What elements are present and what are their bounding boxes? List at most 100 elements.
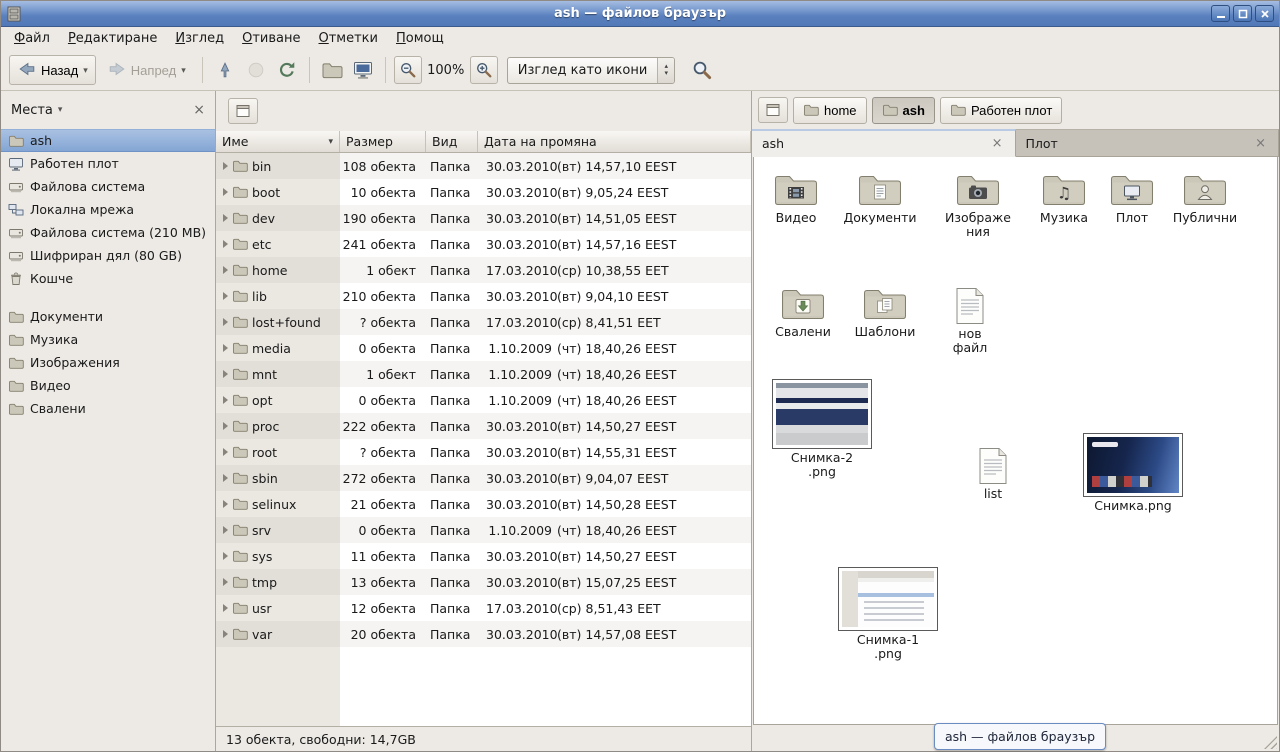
sidebar-close-icon[interactable]: × <box>193 103 205 117</box>
pathbar-toggle-button[interactable] <box>758 97 788 123</box>
sidebar-header[interactable]: Места ▾ × <box>1 91 215 129</box>
sidebar-item-3[interactable]: Локална мрежа <box>1 198 215 221</box>
table-row-srv[interactable]: srv0 обектаПапка1.10.2009(чт) 18,40,26 E… <box>216 517 751 543</box>
sidebar-item-6[interactable]: Кошче <box>1 267 215 290</box>
menu-item-2[interactable]: Изглед <box>166 29 233 48</box>
icon-item-snimka2[interactable]: Снимка-2.png <box>770 379 874 479</box>
path-button-1[interactable]: ash <box>872 97 935 124</box>
sidebar-item-10[interactable]: Видео <box>1 374 215 397</box>
sidebar-item-5[interactable]: Шифриран дял (80 GB) <box>1 244 215 267</box>
zoom-in-button[interactable] <box>470 56 498 84</box>
table-row-boot[interactable]: boot10 обектаПапка30.03.2010(вт) 9,05,24… <box>216 179 751 205</box>
expander-icon[interactable] <box>223 526 228 534</box>
expander-icon[interactable] <box>223 292 228 300</box>
expander-icon[interactable] <box>223 448 228 456</box>
menu-item-4[interactable]: Отметки <box>310 29 388 48</box>
sidebar-item-0[interactable]: ash <box>1 129 215 152</box>
table-row-selinux[interactable]: selinux21 обектаПапка30.03.2010(вт) 14,5… <box>216 491 751 517</box>
icon-item-downloads[interactable]: Свалени <box>768 285 838 339</box>
tab-0[interactable]: ash× <box>752 129 1016 157</box>
table-row-mnt[interactable]: mnt1 обектПапка1.10.2009(чт) 18,40,26 EE… <box>216 361 751 387</box>
close-button[interactable] <box>1255 5 1274 22</box>
icon-item-pictures[interactable]: Изображения <box>938 171 1018 239</box>
expander-icon[interactable] <box>223 344 228 352</box>
sidebar-item-4[interactable]: Файлова система (210 MB) <box>1 221 215 244</box>
expander-icon[interactable] <box>223 188 228 196</box>
table-row-sys[interactable]: sys11 обектаПапка30.03.2010(вт) 14,50,27… <box>216 543 751 569</box>
menu-item-1[interactable]: Редактиране <box>59 29 166 48</box>
sidebar-item-1[interactable]: Работен плот <box>1 152 215 175</box>
icon-item-music[interactable]: ♫Музика <box>1031 171 1097 225</box>
expander-icon[interactable] <box>223 240 228 248</box>
icon-item-desktop[interactable]: Плот <box>1104 171 1160 225</box>
expander-icon[interactable] <box>223 578 228 586</box>
path-button-0[interactable]: home <box>793 97 867 124</box>
column-header-1[interactable]: Размер <box>340 131 426 152</box>
table-row-sbin[interactable]: sbin272 обектаПапка30.03.2010(вт) 9,04,0… <box>216 465 751 491</box>
up-button[interactable] <box>211 56 239 84</box>
icon-item-snimka1[interactable]: Снимка-1.png <box>836 567 940 661</box>
table-row-lib[interactable]: lib210 обектаПапка30.03.2010(вт) 9,04,10… <box>216 283 751 309</box>
icon-item-list[interactable]: list <box>965 447 1021 501</box>
back-button[interactable]: Назад ▾ <box>9 55 96 85</box>
icon-item-newfile[interactable]: нов файл <box>940 287 1000 355</box>
computer-button[interactable] <box>349 56 377 84</box>
icon-item-snimka[interactable]: Снимка.png <box>1081 433 1185 513</box>
table-row-etc[interactable]: etc241 обектаПапка30.03.2010(вт) 14,57,1… <box>216 231 751 257</box>
table-row-root[interactable]: root? обектаПапка30.03.2010(вт) 14,55,31… <box>216 439 751 465</box>
maximize-button[interactable] <box>1233 5 1252 22</box>
column-header-2[interactable]: Вид <box>426 131 478 152</box>
sidebar-item-11[interactable]: Свалени <box>1 397 215 420</box>
sidebar-item-8[interactable]: Музика <box>1 328 215 351</box>
tab-1[interactable]: Плот× <box>1016 129 1280 156</box>
home-button[interactable] <box>318 56 346 84</box>
expander-icon[interactable] <box>223 318 228 326</box>
expander-icon[interactable] <box>223 396 228 404</box>
table-row-bin[interactable]: bin108 обектаПапка30.03.2010(вт) 14,57,1… <box>216 153 751 179</box>
menu-item-5[interactable]: Помощ <box>387 29 453 48</box>
expander-icon[interactable] <box>223 474 228 482</box>
menu-item-3[interactable]: Отиване <box>233 29 309 48</box>
expander-icon[interactable] <box>223 552 228 560</box>
view-mode-select[interactable]: Изглед като икони ▴▾ <box>507 57 676 84</box>
forward-button[interactable]: Напред ▾ <box>99 55 194 85</box>
taskbar-window-button[interactable]: ash — файлов браузър <box>934 723 1106 750</box>
icon-canvas[interactable]: ВидеоДокументи Изображения♫МузикаПлотПубл… <box>753 157 1278 725</box>
icon-item-documents[interactable]: Документи <box>838 171 922 225</box>
table-row-usr[interactable]: usr12 обектаПапка17.03.2010(ср) 8,51,43 … <box>216 595 751 621</box>
table-row-media[interactable]: media0 обектаПапка1.10.2009(чт) 18,40,26… <box>216 335 751 361</box>
minimize-button[interactable] <box>1211 5 1230 22</box>
icon-item-templates[interactable]: Шаблони <box>850 285 920 339</box>
stop-button[interactable] <box>242 56 270 84</box>
table-row-var[interactable]: var20 обектаПапка30.03.2010(вт) 14,57,08… <box>216 621 751 647</box>
sidebar-item-2[interactable]: Файлова система <box>1 175 215 198</box>
table-row-proc[interactable]: proc222 обектаПапка30.03.2010(вт) 14,50,… <box>216 413 751 439</box>
tab-close-icon[interactable]: × <box>1253 137 1268 150</box>
sidebar-item-7[interactable]: Документи <box>1 305 215 328</box>
reload-button[interactable] <box>273 56 301 84</box>
table-row-tmp[interactable]: tmp13 обектаПапка30.03.2010(вт) 15,07,25… <box>216 569 751 595</box>
path-button-2[interactable]: Работен плот <box>940 97 1062 124</box>
table-row-lost+found[interactable]: lost+found? обектаПапка17.03.2010(ср) 8,… <box>216 309 751 335</box>
titlebar[interactable]: ash — файлов браузър <box>1 1 1279 27</box>
tab-close-icon[interactable]: × <box>990 137 1005 150</box>
search-button[interactable] <box>688 56 716 84</box>
menu-item-0[interactable]: Файл <box>5 29 59 48</box>
expander-icon[interactable] <box>223 214 228 222</box>
expander-icon[interactable] <box>223 266 228 274</box>
table-row-home[interactable]: home1 обектПапка17.03.2010(ср) 10,38,55 … <box>216 257 751 283</box>
table-row-opt[interactable]: opt0 обектаПапка1.10.2009(чт) 18,40,26 E… <box>216 387 751 413</box>
table-row-dev[interactable]: dev190 обектаПапка30.03.2010(вт) 14,51,0… <box>216 205 751 231</box>
icon-item-public[interactable]: Публични <box>1168 171 1242 225</box>
expander-icon[interactable] <box>223 370 228 378</box>
sidebar-item-9[interactable]: Изображения <box>1 351 215 374</box>
column-header-0[interactable]: Име▾ <box>216 131 340 152</box>
expander-icon[interactable] <box>223 630 228 638</box>
expander-icon[interactable] <box>223 162 228 170</box>
pane-toggle-button[interactable] <box>228 98 258 124</box>
icon-item-video[interactable]: Видео <box>762 171 830 225</box>
expander-icon[interactable] <box>223 604 228 612</box>
column-header-3[interactable]: Дата на промяна <box>478 131 751 152</box>
zoom-out-button[interactable] <box>394 56 422 84</box>
expander-icon[interactable] <box>223 500 228 508</box>
